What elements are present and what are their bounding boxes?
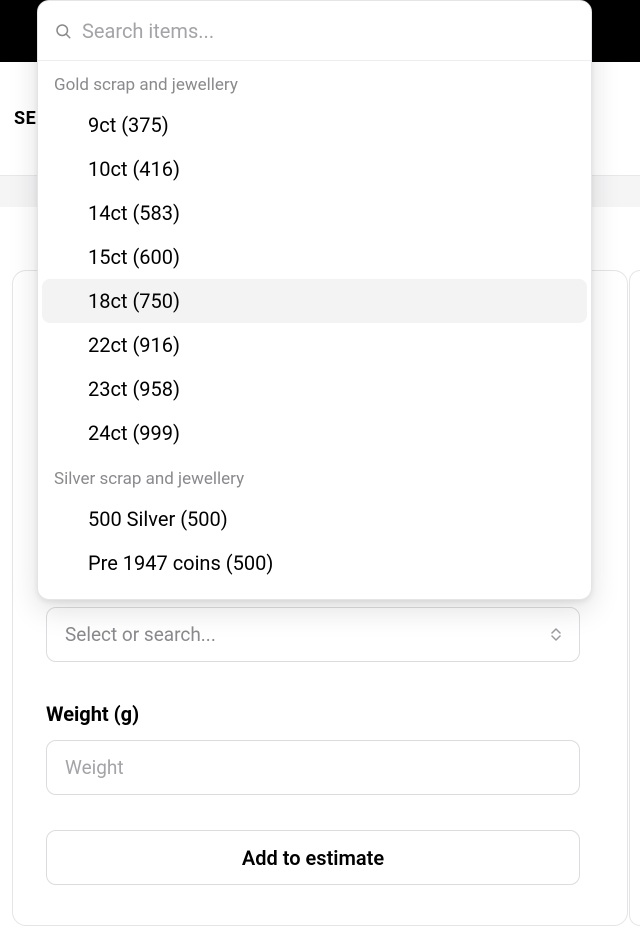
item-select-trigger[interactable]: Select or search... [46, 607, 580, 662]
dropdown-option[interactable]: Pre 1947 coins (500) [42, 541, 587, 585]
search-icon [54, 22, 72, 40]
option-group-header: Silver scrap and jewellery [38, 455, 591, 497]
dropdown-option[interactable]: 23ct (958) [42, 367, 587, 411]
item-dropdown-panel: Gold scrap and jewellery9ct (375)10ct (4… [37, 0, 592, 600]
search-input[interactable] [82, 19, 575, 43]
dropdown-search-row [38, 1, 591, 61]
dropdown-option[interactable]: 15ct (600) [42, 235, 587, 279]
dropdown-option[interactable]: 10ct (416) [42, 147, 587, 191]
dropdown-options-list[interactable]: Gold scrap and jewellery9ct (375)10ct (4… [38, 61, 591, 600]
dropdown-option[interactable]: 14ct (583) [42, 191, 587, 235]
dropdown-option[interactable]: 18ct (750) [42, 279, 587, 323]
dropdown-option[interactable]: 500 Silver (500) [42, 497, 587, 541]
weight-label: Weight (g) [46, 702, 139, 726]
dropdown-option[interactable]: 22ct (916) [42, 323, 587, 367]
partial-header-text: SE [14, 108, 36, 129]
item-select-placeholder: Select or search... [65, 623, 216, 646]
option-group-header: Gold scrap and jewellery [38, 61, 591, 103]
add-to-estimate-button[interactable]: Add to estimate [46, 830, 580, 885]
weight-input[interactable] [46, 740, 580, 795]
dropdown-option[interactable]: 24ct (999) [42, 411, 587, 455]
dropdown-option[interactable]: 9ct (375) [42, 103, 587, 147]
adjacent-card-edge [629, 270, 640, 926]
add-button-label: Add to estimate [242, 846, 384, 870]
chevron-up-down-icon [551, 628, 561, 641]
